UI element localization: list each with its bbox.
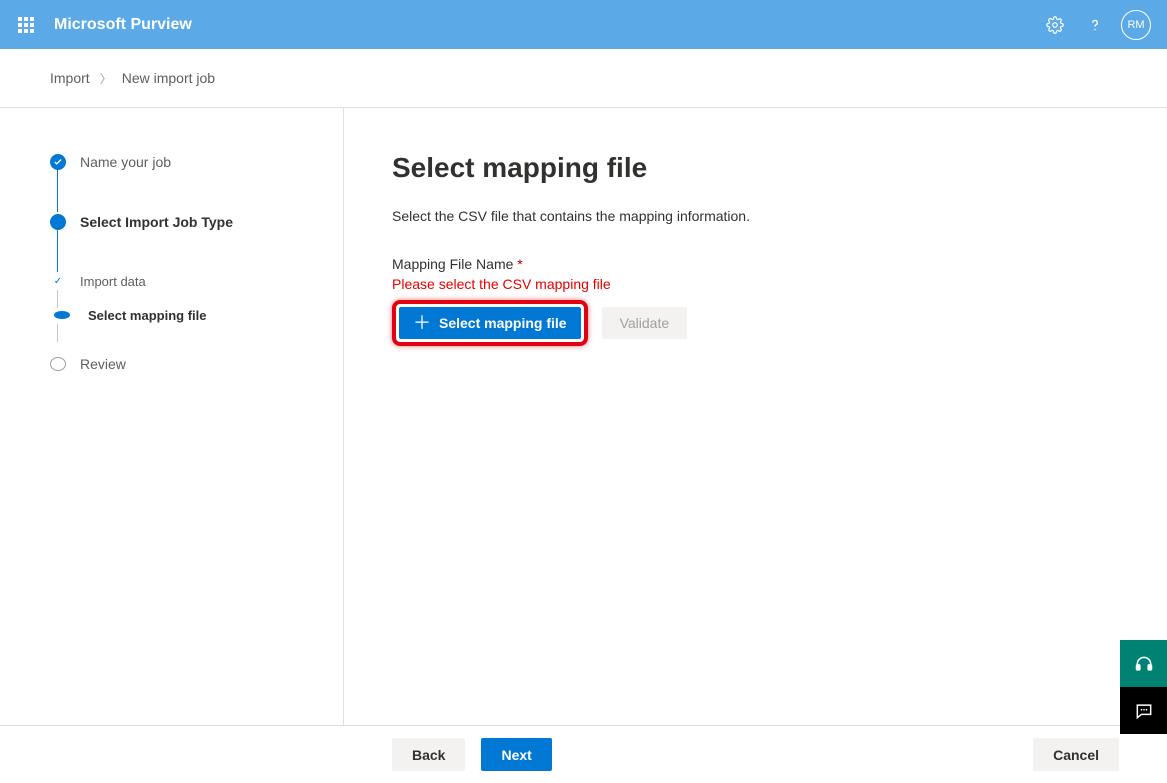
- settings-icon[interactable]: [1035, 5, 1075, 45]
- wizard-step-name-job[interactable]: Name your job: [50, 152, 343, 172]
- global-header: Microsoft Purview RM: [0, 0, 1167, 49]
- wizard-step-label: Name your job: [80, 154, 171, 170]
- validate-button[interactable]: Validate: [602, 307, 688, 339]
- user-avatar[interactable]: RM: [1121, 10, 1151, 40]
- highlight-callout: ＋ Select mapping file: [392, 300, 588, 346]
- wizard-step-label: Select mapping file: [88, 308, 206, 323]
- next-button[interactable]: Next: [481, 738, 551, 771]
- breadcrumb-current: New import job: [122, 70, 215, 86]
- wizard-step-job-type[interactable]: Select Import Job Type: [50, 212, 343, 232]
- app-launcher-icon[interactable]: [16, 15, 36, 35]
- required-marker: *: [517, 256, 522, 272]
- button-label: Select mapping file: [439, 315, 567, 331]
- wizard-nav: Name your job Select Import Job Type ✓ I…: [0, 108, 344, 725]
- breadcrumb: Import 〉 New import job: [0, 49, 1167, 108]
- wizard-step-label: Import data: [80, 274, 146, 289]
- chevron-right-icon: 〉: [100, 70, 112, 87]
- page-title: Select mapping file: [392, 152, 1167, 184]
- page-description: Select the CSV file that contains the ma…: [392, 208, 1167, 224]
- field-label: Mapping File Name: [392, 256, 513, 272]
- wizard-step-review[interactable]: Review: [50, 354, 343, 374]
- wizard-step-label: Review: [80, 356, 126, 372]
- error-message: Please select the CSV mapping file: [392, 276, 1167, 292]
- step-pending-icon: [50, 357, 66, 371]
- back-button[interactable]: Back: [392, 738, 465, 771]
- app-title: Microsoft Purview: [54, 16, 192, 34]
- main-content: Select mapping file Select the CSV file …: [344, 108, 1167, 725]
- side-widgets: [1120, 640, 1167, 734]
- plus-icon: ＋: [413, 314, 431, 332]
- wizard-substep-import-data[interactable]: ✓ Import data: [50, 272, 343, 290]
- wizard-footer: Back Next Cancel: [0, 725, 1167, 783]
- step-current-icon: [50, 214, 66, 230]
- wizard-substep-mapping-file[interactable]: Select mapping file: [50, 306, 343, 324]
- wizard-step-label: Select Import Job Type: [80, 214, 233, 230]
- select-mapping-file-button[interactable]: ＋ Select mapping file: [399, 307, 581, 339]
- step-current-icon: [54, 311, 70, 319]
- checkmark-icon: [50, 154, 66, 170]
- support-icon[interactable]: [1120, 640, 1167, 687]
- field-mapping-file: Mapping File Name *: [392, 256, 1167, 272]
- cancel-button[interactable]: Cancel: [1033, 738, 1119, 771]
- breadcrumb-parent[interactable]: Import: [50, 70, 90, 86]
- checkmark-icon: ✓: [50, 273, 66, 289]
- feedback-icon[interactable]: [1120, 687, 1167, 734]
- help-icon[interactable]: [1075, 5, 1115, 45]
